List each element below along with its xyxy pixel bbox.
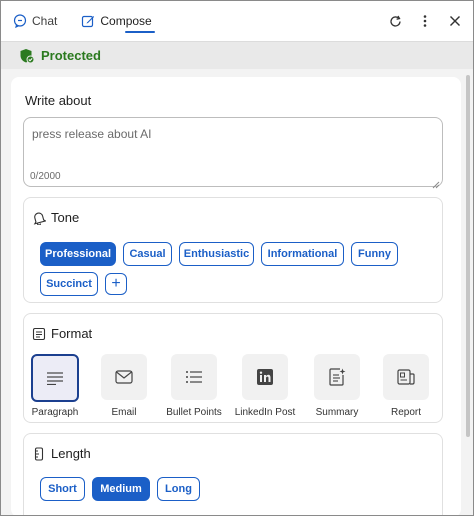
format-option-report[interactable]: Report — [374, 354, 438, 418]
format-title: Format — [51, 326, 93, 341]
report-icon — [383, 354, 429, 400]
bullet-list-icon — [171, 354, 217, 400]
format-label-bullet-points: Bullet Points — [166, 407, 222, 418]
tab-compose[interactable]: Compose — [81, 1, 156, 41]
length-option-medium[interactable]: Medium — [92, 477, 150, 501]
length-option-short[interactable]: Short — [40, 477, 85, 501]
format-label-summary: Summary — [315, 407, 359, 418]
format-label-linkedin-post: LinkedIn Post — [234, 407, 296, 418]
paragraph-icon — [31, 354, 79, 402]
tone-option-funny[interactable]: Funny — [351, 242, 398, 266]
length-section: Length Short Medium Long — [23, 433, 443, 515]
format-option-bullet-points[interactable]: Bullet Points — [162, 354, 226, 418]
compose-pen-icon — [81, 14, 95, 28]
format-option-summary[interactable]: Summary — [305, 354, 369, 418]
length-option-long[interactable]: Long — [157, 477, 200, 501]
close-icon[interactable] — [447, 13, 463, 29]
protected-text: Protected — [41, 48, 101, 63]
ruler-icon — [32, 446, 46, 461]
tone-option-enthusiastic[interactable]: Enthusiastic — [179, 242, 254, 266]
format-label-email: Email — [111, 407, 137, 418]
format-option-linkedin-post[interactable]: LinkedIn Post — [233, 354, 297, 418]
app-window: Chat Compose Protected Write about press… — [0, 0, 474, 516]
more-vertical-icon[interactable] — [417, 13, 433, 29]
resize-grip-icon[interactable] — [432, 176, 440, 189]
tone-option-informational[interactable]: Informational — [261, 242, 344, 266]
format-header: Format — [32, 326, 92, 341]
protected-banner: Protected — [1, 41, 473, 69]
add-tone-button[interactable]: + — [105, 273, 127, 295]
format-label-paragraph: Paragraph — [31, 407, 79, 418]
write-about-value: press release about AI — [32, 127, 152, 141]
tone-option-succinct[interactable]: Succinct — [40, 272, 98, 296]
refresh-icon[interactable] — [387, 13, 403, 29]
tone-option-casual[interactable]: Casual — [123, 242, 172, 266]
bell-icon — [32, 211, 46, 225]
email-icon — [101, 354, 147, 400]
format-section: Format Paragraph Email Bullet Points Lin… — [23, 313, 443, 423]
scrollbar-thumb[interactable] — [466, 75, 470, 437]
linkedin-icon — [242, 354, 288, 400]
chat-bubble-icon — [13, 14, 27, 28]
format-list-icon — [32, 327, 46, 341]
character-counter: 0/2000 — [30, 171, 61, 182]
tone-option-professional[interactable]: Professional — [40, 242, 116, 266]
format-label-report: Report — [390, 407, 421, 418]
compose-panel: Write about press release about AI 0/200… — [11, 77, 461, 515]
tone-header: Tone — [32, 210, 79, 225]
write-about-label: Write about — [25, 93, 92, 108]
tab-compose-label: Compose — [100, 14, 152, 28]
write-about-input[interactable]: press release about AI 0/2000 — [23, 117, 443, 189]
tone-title: Tone — [51, 210, 80, 225]
length-header: Length — [32, 446, 91, 461]
format-option-paragraph[interactable]: Paragraph — [23, 354, 87, 418]
format-option-email[interactable]: Email — [92, 354, 156, 418]
top-bar: Chat Compose — [1, 1, 473, 41]
summary-icon — [314, 354, 360, 400]
tone-section: Tone Professional Casual Enthusiastic In… — [23, 197, 443, 303]
tab-chat[interactable]: Chat — [13, 1, 57, 41]
tab-chat-label: Chat — [32, 14, 58, 28]
active-tab-indicator — [125, 31, 156, 33]
shield-check-icon — [19, 48, 35, 64]
top-actions — [373, 1, 463, 41]
length-title: Length — [51, 446, 91, 461]
